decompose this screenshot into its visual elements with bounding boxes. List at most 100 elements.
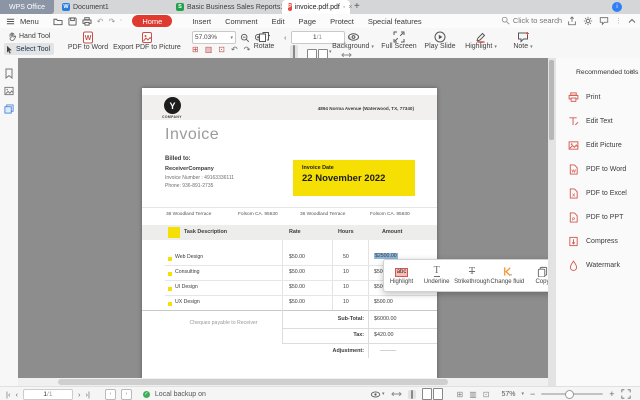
undo-icon[interactable]: ↶ xyxy=(97,17,104,26)
company-logo: Y xyxy=(164,97,181,114)
first-page-icon[interactable]: |‹ xyxy=(6,390,10,399)
popup-copy-button[interactable]: Copy xyxy=(525,260,548,291)
tool-pdf-to-excel[interactable]: X PDF to Excel xyxy=(568,188,627,199)
scrollbar-thumb[interactable] xyxy=(549,60,554,140)
zoom-out-button[interactable]: − xyxy=(530,389,535,399)
background-button[interactable]: Background ▾ xyxy=(330,31,376,50)
crop-page-icon[interactable]: ⊡ xyxy=(218,45,225,54)
tool-edit-text[interactable]: Edit Text xyxy=(568,116,613,127)
bookmarks-panel-icon[interactable] xyxy=(4,68,14,79)
tab-page[interactable]: Page xyxy=(299,17,317,26)
full-screen-button[interactable]: Full Screen xyxy=(378,31,420,50)
previous-page-icon[interactable]: ‹ xyxy=(15,390,18,399)
search-field[interactable]: Click to search xyxy=(501,16,562,25)
tab-insert[interactable]: Insert xyxy=(192,17,211,26)
rotate-left-icon[interactable]: ↶ xyxy=(231,45,238,54)
zoom-percent[interactable]: 57% xyxy=(501,391,515,398)
print-icon[interactable] xyxy=(82,16,92,26)
menu-button[interactable]: Menu xyxy=(20,17,39,26)
zoom-out-icon[interactable] xyxy=(240,33,250,43)
popup-underline-button[interactable]: T Underline xyxy=(419,260,454,291)
save-icon[interactable] xyxy=(68,16,77,26)
fullscreen-icon[interactable] xyxy=(620,389,631,399)
avatar[interactable]: i xyxy=(612,2,622,12)
tab-invoice-pdf[interactable]: P invoice.pdf.pdf ◦ × xyxy=(282,0,352,14)
pin-icon[interactable]: ◦ xyxy=(343,4,345,11)
document-canvas[interactable]: Y COMPANY 4894 Norma Avenue (Waterwood, … xyxy=(18,58,548,378)
col-task-description: Task Description xyxy=(184,229,228,235)
close-tab-icon[interactable]: × xyxy=(348,4,352,11)
rotate-button[interactable]: Rotate xyxy=(250,31,278,50)
select-tool-button[interactable]: Select Tool xyxy=(4,43,55,55)
share-icon[interactable] xyxy=(567,16,577,26)
cell-hours: 10 xyxy=(343,269,349,275)
zoom-in-button[interactable]: + xyxy=(609,389,614,399)
redo-icon[interactable]: ↷ xyxy=(108,17,115,26)
tab-home[interactable]: Home xyxy=(132,15,173,27)
single-page-view-icon[interactable] xyxy=(407,389,416,399)
reading-background-icon[interactable]: ▾ xyxy=(370,390,385,399)
extract-text-icon[interactable]: ▥ xyxy=(205,45,213,54)
tool-print[interactable]: Print xyxy=(568,92,600,103)
previous-page-icon[interactable]: ‹ xyxy=(284,33,287,42)
tool-pdf-to-word[interactable]: W PDF to Word xyxy=(568,164,626,175)
popup-strikethrough-button[interactable]: T Strikethrough xyxy=(454,260,490,291)
fit-page-icon[interactable] xyxy=(390,390,402,398)
text-selection-popup: abc Highlight T Underline T Strikethroug… xyxy=(383,259,548,292)
popup-change-fluid-button[interactable]: Change fluid xyxy=(490,260,525,291)
close-panel-icon[interactable]: ✕ xyxy=(629,68,635,76)
export-pdf-to-picture-button[interactable]: Export PDF to Picture xyxy=(108,31,186,51)
col-amount: Amount xyxy=(382,229,403,235)
tab-special-features[interactable]: Special features xyxy=(368,17,422,26)
area-highlight-icon[interactable]: ⊞ xyxy=(457,390,464,399)
new-tab-button[interactable]: + xyxy=(354,1,360,12)
tool-compress[interactable]: Compress xyxy=(568,236,618,247)
two-page-view-icon[interactable] xyxy=(421,388,443,400)
settings-gear-icon[interactable] xyxy=(583,16,593,26)
hand-tool-label: Hand Tool xyxy=(19,32,51,40)
previous-view-icon[interactable]: ‹ xyxy=(104,388,116,400)
last-page-icon[interactable]: ›| xyxy=(85,390,89,399)
open-folder-icon[interactable] xyxy=(53,17,63,26)
tab-sales-report[interactable]: S Basic Business Sales Reports1 • xyxy=(170,0,296,14)
scrollbar-thumb[interactable] xyxy=(58,379,448,385)
next-view-icon[interactable]: › xyxy=(120,388,132,400)
tab-comment[interactable]: Comment xyxy=(225,17,258,26)
wps-office-button[interactable]: WPS Office xyxy=(0,0,54,14)
tab-document1[interactable]: W Document1 xyxy=(56,0,115,14)
hamburger-icon[interactable] xyxy=(6,17,15,26)
more-commands-icon[interactable]: ◦ xyxy=(120,18,122,24)
hand-tool-button[interactable]: Hand Tool xyxy=(4,30,54,42)
thumbnails-panel-icon[interactable] xyxy=(4,86,14,96)
vertical-scrollbar[interactable] xyxy=(548,58,555,386)
next-page-icon[interactable]: › xyxy=(78,390,81,399)
note-button[interactable]: Note ▾ xyxy=(506,31,540,50)
zoom-slider[interactable] xyxy=(541,390,604,399)
feedback-bubble-icon[interactable] xyxy=(599,16,609,26)
cell-rate: $50.00 xyxy=(289,299,305,305)
highlight-button[interactable]: Highlight ▾ xyxy=(458,31,504,50)
status-page-input[interactable]: 1 /1 xyxy=(22,388,73,400)
backup-status-icon: ✓ xyxy=(142,390,150,398)
address-cell: Folsom CA. 95630 xyxy=(370,212,410,217)
extract-text-icon[interactable]: ▥ xyxy=(469,390,477,399)
popup-item-label: Underline xyxy=(423,279,450,285)
tab-protect[interactable]: Protect xyxy=(330,17,354,26)
pages-panel-icon-active[interactable] xyxy=(4,104,14,114)
tab-edit[interactable]: Edit xyxy=(272,17,285,26)
tool-edit-picture[interactable]: Edit Picture xyxy=(568,140,622,151)
crop-page-icon[interactable]: ⊡ xyxy=(483,390,490,399)
zoom-value-dropdown[interactable]: 57.03% ▾ xyxy=(192,31,236,44)
collapse-ribbon-icon[interactable] xyxy=(628,18,636,24)
address-cell: 36 Woodland Terrace xyxy=(166,212,212,217)
tool-pdf-to-ppt[interactable]: P PDF to PPT xyxy=(568,212,623,223)
area-highlight-icon[interactable]: ⊞ xyxy=(192,45,199,54)
pdf-to-word-button[interactable]: W PDF to Word xyxy=(64,31,112,51)
tool-watermark[interactable]: Watermark xyxy=(568,260,620,271)
zoom-slider-knob[interactable] xyxy=(565,390,575,399)
popup-highlight-button[interactable]: abc Highlight xyxy=(384,260,419,291)
svg-text:P: P xyxy=(572,217,575,222)
horizontal-scrollbar[interactable] xyxy=(18,378,548,386)
chevron-down-icon[interactable]: ▾ xyxy=(522,391,525,397)
play-slide-button[interactable]: Play Slide xyxy=(420,31,460,50)
